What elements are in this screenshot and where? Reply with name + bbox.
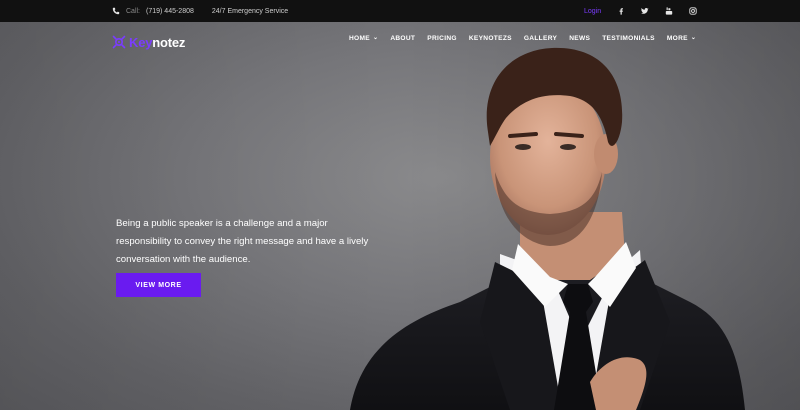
nav-item-more[interactable]: MORE ⌄ [667,35,696,42]
login-link[interactable]: Login [584,8,601,15]
site-logo[interactable]: Keynotez [112,32,185,52]
contact-info: Call: (719) 445-2808 24/7 Emergency Serv… [112,0,288,22]
phone-number[interactable]: (719) 445-2808 [146,8,194,15]
chevron-down-icon: ⌄ [690,35,697,41]
emergency-service-text: 24/7 Emergency Service [211,7,289,15]
facebook-icon[interactable] [617,7,625,15]
instagram-icon[interactable] [689,7,697,15]
nav-item-testimonials[interactable]: TESTIMONIALS [602,35,655,42]
twitter-icon[interactable] [641,7,649,15]
nav-item-keynotezs[interactable]: KEYNOTEZS [469,35,512,42]
hero-section: Keynotez HOME ⌄ ABOUT PRICING KEYNOTEZS G… [0,22,800,410]
nav-item-home[interactable]: HOME ⌄ [349,35,378,42]
view-more-button[interactable]: VIEW MORE [116,273,201,297]
nav-item-pricing[interactable]: PRICING [427,35,457,42]
tagline-line: responsibility to convey the right messa… [116,236,369,247]
nav-item-gallery[interactable]: GALLERY [524,35,557,42]
tagline-line: Being a public speaker is a challenge an… [116,218,328,229]
phone-icon [112,7,120,15]
logo-icon [112,35,126,49]
hero-tagline: Being a public speaker is a challenge an… [116,215,406,269]
nav-item-about[interactable]: ABOUT [390,35,415,42]
chevron-down-icon: ⌄ [372,35,379,41]
speaker-photo [350,47,745,410]
call-label: Call: [126,7,141,15]
nav-item-news[interactable]: NEWS [569,35,590,42]
top-bar-actions: Login [584,0,697,22]
top-bar: Call: (719) 445-2808 24/7 Emergency Serv… [0,0,800,22]
main-nav: HOME ⌄ ABOUT PRICING KEYNOTEZS GALLERY NE… [349,35,696,42]
tagline-line: conversation with the audience. [116,254,251,265]
youtube-icon[interactable] [665,7,673,15]
logo-text: Keynotez [129,34,186,50]
